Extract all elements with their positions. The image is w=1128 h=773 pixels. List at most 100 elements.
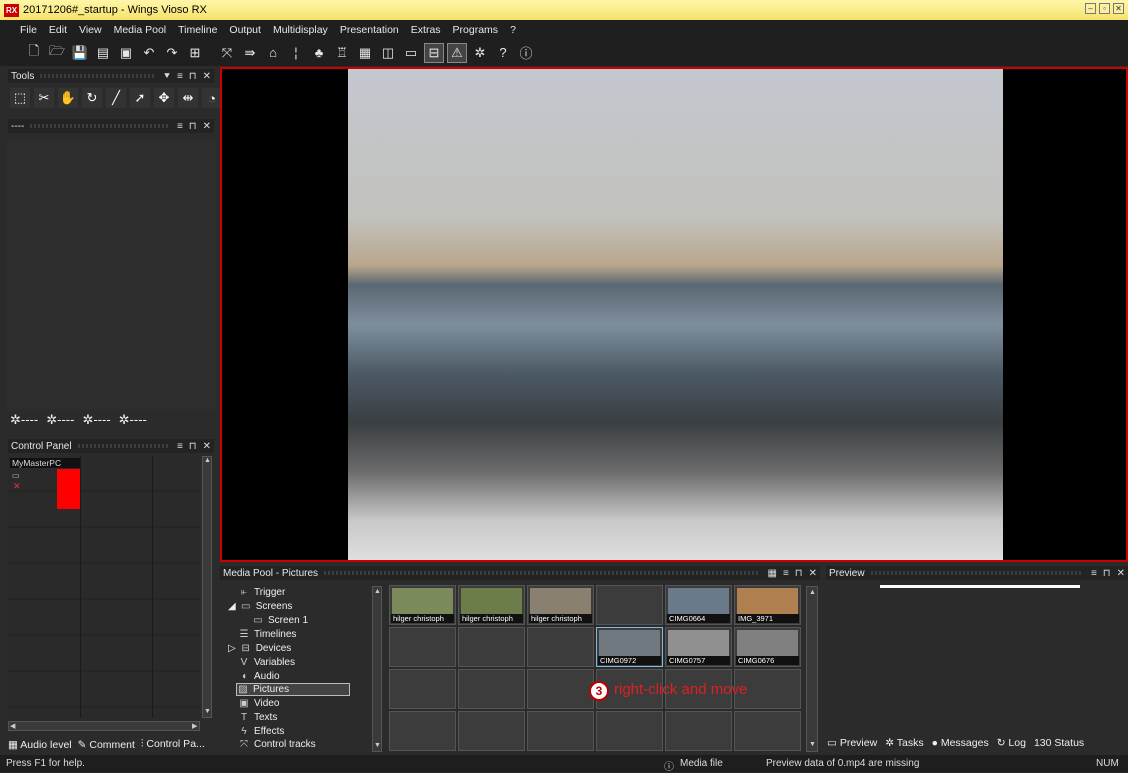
tree-scrollbar[interactable]: [372, 586, 382, 752]
gear-button-2[interactable]: ✲----: [46, 412, 74, 428]
menu-multidisplay[interactable]: Multidisplay: [267, 24, 334, 36]
menu-media-pool[interactable]: Media Pool: [108, 24, 173, 36]
scroll-down-icon[interactable]: ▼: [204, 708, 211, 715]
tree-item-variables[interactable]: V Variables: [238, 657, 295, 668]
pin-icon[interactable]: ⊓: [792, 568, 806, 579]
close-button[interactable]: ✕: [1113, 3, 1124, 14]
save-as-icon[interactable]: ▣: [116, 43, 136, 63]
expand-icon[interactable]: ◢: [228, 601, 236, 612]
screen-icon[interactable]: ⊞: [185, 43, 205, 63]
thumbnail-cell[interactable]: hilger christoph: [458, 585, 525, 625]
menu-output[interactable]: Output: [223, 24, 267, 36]
tree-item-timelines[interactable]: ☰ Timelines: [238, 629, 297, 640]
close-icon[interactable]: ✕: [1114, 568, 1128, 579]
menu-icon[interactable]: ≡: [174, 121, 186, 132]
menu-presentation[interactable]: Presentation: [334, 24, 405, 36]
tree-item-control-tracks[interactable]: ⤧ Control tracks: [238, 739, 316, 750]
tab-log[interactable]: ↻ Log: [997, 737, 1026, 749]
pin-icon[interactable]: ⊓: [186, 441, 200, 452]
scroll-right-icon[interactable]: ▶: [192, 722, 197, 730]
thumbnail-cell[interactable]: [596, 585, 663, 625]
tree-item-screen-1[interactable]: ▭ Screen 1: [252, 615, 308, 626]
menu-edit[interactable]: Edit: [43, 24, 73, 36]
menu-programs[interactable]: Programs: [447, 24, 505, 36]
help-icon[interactable]: ?: [493, 43, 513, 63]
thumbnail-cell[interactable]: [458, 711, 525, 751]
tree-item-screens[interactable]: ◢ ▭ Screens: [228, 601, 292, 612]
thumbnail-cell[interactable]: [389, 711, 456, 751]
panel-grip[interactable]: [77, 444, 168, 448]
cut-icon[interactable]: ✂: [34, 88, 54, 108]
panel-grip[interactable]: [870, 571, 1082, 575]
thumbnail-cell[interactable]: [527, 669, 594, 709]
tree-item-effects[interactable]: ϟ Effects: [238, 726, 284, 737]
scroll-down-icon[interactable]: ▼: [809, 741, 816, 748]
close-icon[interactable]: ✕: [200, 121, 214, 132]
expand-icon[interactable]: ▷: [228, 643, 236, 654]
thumbnail-cell[interactable]: CIMG0972: [596, 627, 663, 667]
scroll-up-icon[interactable]: ▲: [204, 457, 211, 464]
gear-button-3[interactable]: ✲----: [82, 412, 110, 428]
control-panel-grid[interactable]: [8, 456, 200, 718]
pin-icon[interactable]: ⊓: [186, 121, 200, 132]
tree-item-devices[interactable]: ▷ ⊟ Devices: [228, 643, 291, 654]
move-icon[interactable]: ✥: [154, 88, 174, 108]
select-rect-icon[interactable]: ⬚: [10, 88, 30, 108]
tab-tasks[interactable]: ✲ Tasks: [885, 737, 923, 749]
save-all-icon[interactable]: ▤: [93, 43, 113, 63]
tree-item-audio[interactable]: ◖ Audio: [238, 671, 280, 682]
line-icon[interactable]: ╱: [106, 88, 126, 108]
calendar-icon[interactable]: ▦: [355, 43, 375, 63]
pin-icon[interactable]: ⊓: [186, 71, 200, 82]
warning-icon[interactable]: ⚠: [447, 42, 467, 63]
minimize-button[interactable]: –: [1085, 3, 1096, 14]
hand-icon[interactable]: ✋: [58, 88, 78, 108]
menu-icon[interactable]: ≡: [174, 71, 186, 82]
thumbnail-cell[interactable]: IMG_3971: [734, 585, 801, 625]
thumbnail-cell[interactable]: [389, 669, 456, 709]
tab-status[interactable]: 130 Status: [1034, 737, 1084, 749]
thumbnail-cell[interactable]: CIMG0664: [665, 585, 732, 625]
info-icon[interactable]: ⓘ: [516, 43, 536, 63]
menu-help[interactable]: ?: [504, 24, 522, 36]
open-folder-icon[interactable]: 🗁: [47, 43, 67, 63]
menu-timeline[interactable]: Timeline: [172, 24, 223, 36]
close-icon[interactable]: ✕: [200, 441, 214, 452]
thumbnail-cell[interactable]: [458, 669, 525, 709]
tree-item-pictures[interactable]: ▨ Pictures: [236, 683, 351, 696]
undo-icon[interactable]: ↶: [139, 43, 159, 63]
curve-icon[interactable]: ◔: [202, 88, 222, 108]
gear-button-4[interactable]: ✲----: [119, 412, 147, 428]
thumbnail-cell[interactable]: [527, 627, 594, 667]
menu-view[interactable]: View: [73, 24, 108, 36]
display-icon[interactable]: ◫: [378, 43, 398, 63]
thumbnail-cell[interactable]: [458, 627, 525, 667]
scroll-down-icon[interactable]: ▼: [374, 742, 381, 749]
rotate-icon[interactable]: ↻: [82, 88, 102, 108]
menu-extras[interactable]: Extras: [405, 24, 447, 36]
panel-grip[interactable]: [40, 74, 154, 78]
grid-view-icon[interactable]: ▦: [765, 568, 780, 579]
fit-icon[interactable]: ⇹: [178, 88, 198, 108]
thumbnail-scrollbar[interactable]: [806, 586, 818, 752]
thumbnail-cell[interactable]: CIMG0676: [734, 627, 801, 667]
gear-button-1[interactable]: ✲----: [10, 412, 38, 428]
marker-icon[interactable]: ¦: [286, 43, 306, 63]
tree-item-trigger[interactable]: ⫦ Trigger: [238, 587, 285, 598]
panel-grip[interactable]: [30, 124, 168, 128]
scroll-up-icon[interactable]: ▲: [374, 588, 381, 595]
thumbnail-cell[interactable]: [527, 711, 594, 751]
thumbnail-cell[interactable]: [596, 711, 663, 751]
control-panel-scrollbar[interactable]: [202, 456, 212, 718]
tab-preview[interactable]: ▭ Preview: [827, 737, 877, 749]
menu-file[interactable]: File: [14, 24, 43, 36]
close-icon[interactable]: ✕: [806, 568, 820, 579]
network-icon[interactable]: ♣: [309, 43, 329, 63]
close-icon[interactable]: ✕: [200, 71, 214, 82]
monitor-icon[interactable]: ▭: [401, 43, 421, 63]
redo-icon[interactable]: ↷: [162, 43, 182, 63]
tree-item-video[interactable]: ▣ Video: [238, 698, 279, 709]
panel-grip[interactable]: [324, 571, 759, 575]
scroll-up-icon[interactable]: ▲: [809, 589, 816, 596]
thumbnail-cell[interactable]: hilger christoph: [389, 585, 456, 625]
